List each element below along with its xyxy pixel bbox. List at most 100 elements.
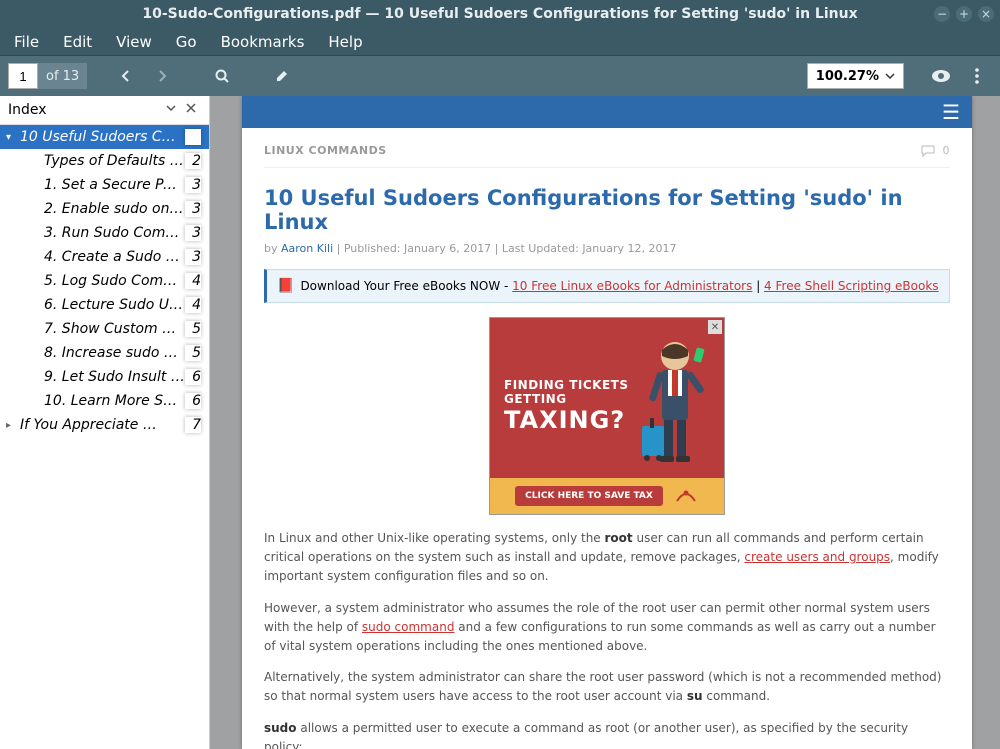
annotate-button[interactable] xyxy=(267,61,297,91)
index-list: ▾10 Useful Sudoers C…1Types of Defaults … xyxy=(0,125,209,749)
menubar: File Edit View Go Bookmarks Help xyxy=(0,28,1000,56)
search-button[interactable] xyxy=(207,61,237,91)
index-item[interactable]: 3. Run Sudo Com…3 xyxy=(0,221,209,245)
view-mode-button[interactable] xyxy=(926,61,956,91)
menu-button[interactable] xyxy=(962,61,992,91)
link-sudo-command[interactable]: sudo command xyxy=(362,620,455,634)
ad-logo-icon xyxy=(673,487,699,505)
eye-icon xyxy=(931,69,951,83)
index-item-page: 7 xyxy=(185,417,201,433)
close-button[interactable]: × xyxy=(978,6,994,22)
index-item[interactable]: 6. Lecture Sudo U…4 xyxy=(0,293,209,317)
page-header-bar: ☰ xyxy=(242,96,972,128)
index-item-label: 6. Lecture Sudo U… xyxy=(44,297,185,313)
index-item-page: 3 xyxy=(185,225,201,241)
chevron-down-icon: ▾ xyxy=(6,132,20,143)
menu-go[interactable]: Go xyxy=(170,30,203,54)
hamburger-icon[interactable]: ☰ xyxy=(942,100,960,124)
index-item[interactable]: 8. Increase sudo P…5 xyxy=(0,341,209,365)
zoom-selector[interactable]: 100.27% xyxy=(807,63,904,89)
index-item-label: 7. Show Custom … xyxy=(44,321,185,337)
index-item-page: 2 xyxy=(185,153,201,169)
chevron-right-icon: ▸ xyxy=(6,420,20,431)
sidebar: Index ▾10 Useful Sudoers C…1Types of Def… xyxy=(0,96,210,749)
index-item-label: 2. Enable sudo on … xyxy=(44,201,185,217)
index-item-page: 5 xyxy=(185,345,201,361)
index-item-page: 1 xyxy=(185,129,201,145)
index-item-page: 6 xyxy=(185,369,201,385)
menu-file[interactable]: File xyxy=(8,30,45,54)
byline: by Aaron Kili | Published: January 6, 20… xyxy=(264,242,950,255)
search-icon xyxy=(214,68,230,84)
book-icon: 📕 xyxy=(277,278,294,294)
comment-icon xyxy=(921,145,935,157)
article-body: In Linux and other Unix-like operating s… xyxy=(264,529,950,749)
index-item-label: Types of Defaults … xyxy=(44,153,185,169)
index-item-label: 9. Let Sudo Insult … xyxy=(44,369,185,385)
index-item-page: 4 xyxy=(185,297,201,313)
index-item-page: 3 xyxy=(185,177,201,193)
maximize-button[interactable]: + xyxy=(956,6,972,22)
document-area[interactable]: ☰ LINUX COMMANDS 0 10 Useful Sudoers Con… xyxy=(210,96,1000,749)
link-create-users[interactable]: create users and groups xyxy=(744,550,890,564)
ad-close-icon[interactable]: ✕ xyxy=(708,320,722,334)
index-item-label: 10 Useful Sudoers C… xyxy=(20,129,185,145)
arrow-left-icon xyxy=(118,68,134,84)
index-item-label: 4. Create a Sudo L… xyxy=(44,249,185,265)
index-item[interactable]: 2. Enable sudo on …3 xyxy=(0,197,209,221)
index-item-label: 8. Increase sudo P… xyxy=(44,345,185,361)
index-item-label: 1. Set a Secure PA… xyxy=(44,177,185,193)
ad-person-icon xyxy=(640,336,710,470)
titlebar: 10-Sudo-Configurations.pdf — 10 Useful S… xyxy=(0,0,1000,28)
sidebar-close-button[interactable] xyxy=(181,102,201,118)
index-item-label: If You Appreciate … xyxy=(20,417,185,433)
sidebar-dropdown-button[interactable] xyxy=(161,102,181,118)
toolbar: of 13 100.27% xyxy=(0,56,1000,96)
menu-view[interactable]: View xyxy=(110,30,158,54)
comments-count[interactable]: 0 xyxy=(921,144,951,157)
index-item[interactable]: 5. Log Sudo Com…4 xyxy=(0,269,209,293)
chevron-down-icon xyxy=(885,71,895,81)
close-icon xyxy=(185,102,197,114)
zoom-value: 100.27% xyxy=(816,69,879,84)
index-item-page: 5 xyxy=(185,321,201,337)
index-item[interactable]: ▸If You Appreciate …7 xyxy=(0,413,209,437)
arrow-right-icon xyxy=(154,68,170,84)
ebooks-bar: 📕 Download Your Free eBooks NOW - 10 Fre… xyxy=(264,269,950,303)
page-total-label: of 13 xyxy=(38,63,87,89)
author-link[interactable]: Aaron Kili xyxy=(281,242,333,255)
page: ☰ LINUX COMMANDS 0 10 Useful Sudoers Con… xyxy=(242,96,972,749)
index-item-page: 6 xyxy=(185,393,201,409)
index-item-page: 3 xyxy=(185,201,201,217)
menu-edit[interactable]: Edit xyxy=(57,30,98,54)
page-number-input[interactable] xyxy=(8,63,38,89)
menu-bookmarks[interactable]: Bookmarks xyxy=(215,30,311,54)
index-item-page: 4 xyxy=(185,273,201,289)
index-item[interactable]: 10. Learn More Su…6 xyxy=(0,389,209,413)
index-item-label: 10. Learn More Su… xyxy=(44,393,185,409)
breadcrumb[interactable]: LINUX COMMANDS xyxy=(264,144,387,157)
index-item[interactable]: Types of Defaults …2 xyxy=(0,149,209,173)
article-title: 10 Useful Sudoers Configurations for Set… xyxy=(264,186,950,234)
pencil-icon xyxy=(274,68,290,84)
advertisement[interactable]: ✕ FINDING TICKETS GETTING TAXING? xyxy=(489,317,725,515)
index-item[interactable]: 4. Create a Sudo L…3 xyxy=(0,245,209,269)
index-item[interactable]: ▾10 Useful Sudoers C…1 xyxy=(0,125,209,149)
menu-help[interactable]: Help xyxy=(322,30,368,54)
sidebar-title: Index xyxy=(8,102,161,118)
index-item-label: 5. Log Sudo Com… xyxy=(44,273,185,289)
chevron-down-icon xyxy=(165,102,177,114)
ebooks-link-2[interactable]: 4 Free Shell Scripting eBooks xyxy=(764,279,939,293)
index-item[interactable]: 1. Set a Secure PA…3 xyxy=(0,173,209,197)
prev-page-button[interactable] xyxy=(111,61,141,91)
ad-cta-button[interactable]: CLICK HERE TO SAVE TAX xyxy=(515,486,663,506)
ebooks-link-1[interactable]: 10 Free Linux eBooks for Administrators xyxy=(512,279,752,293)
index-item[interactable]: 9. Let Sudo Insult …6 xyxy=(0,365,209,389)
index-item-page: 3 xyxy=(185,249,201,265)
index-item-label: 3. Run Sudo Com… xyxy=(44,225,185,241)
window-title: 10-Sudo-Configurations.pdf — 10 Useful S… xyxy=(142,6,857,22)
minimize-button[interactable]: − xyxy=(934,6,950,22)
next-page-button[interactable] xyxy=(147,61,177,91)
kebab-icon xyxy=(975,68,979,84)
index-item[interactable]: 7. Show Custom …5 xyxy=(0,317,209,341)
